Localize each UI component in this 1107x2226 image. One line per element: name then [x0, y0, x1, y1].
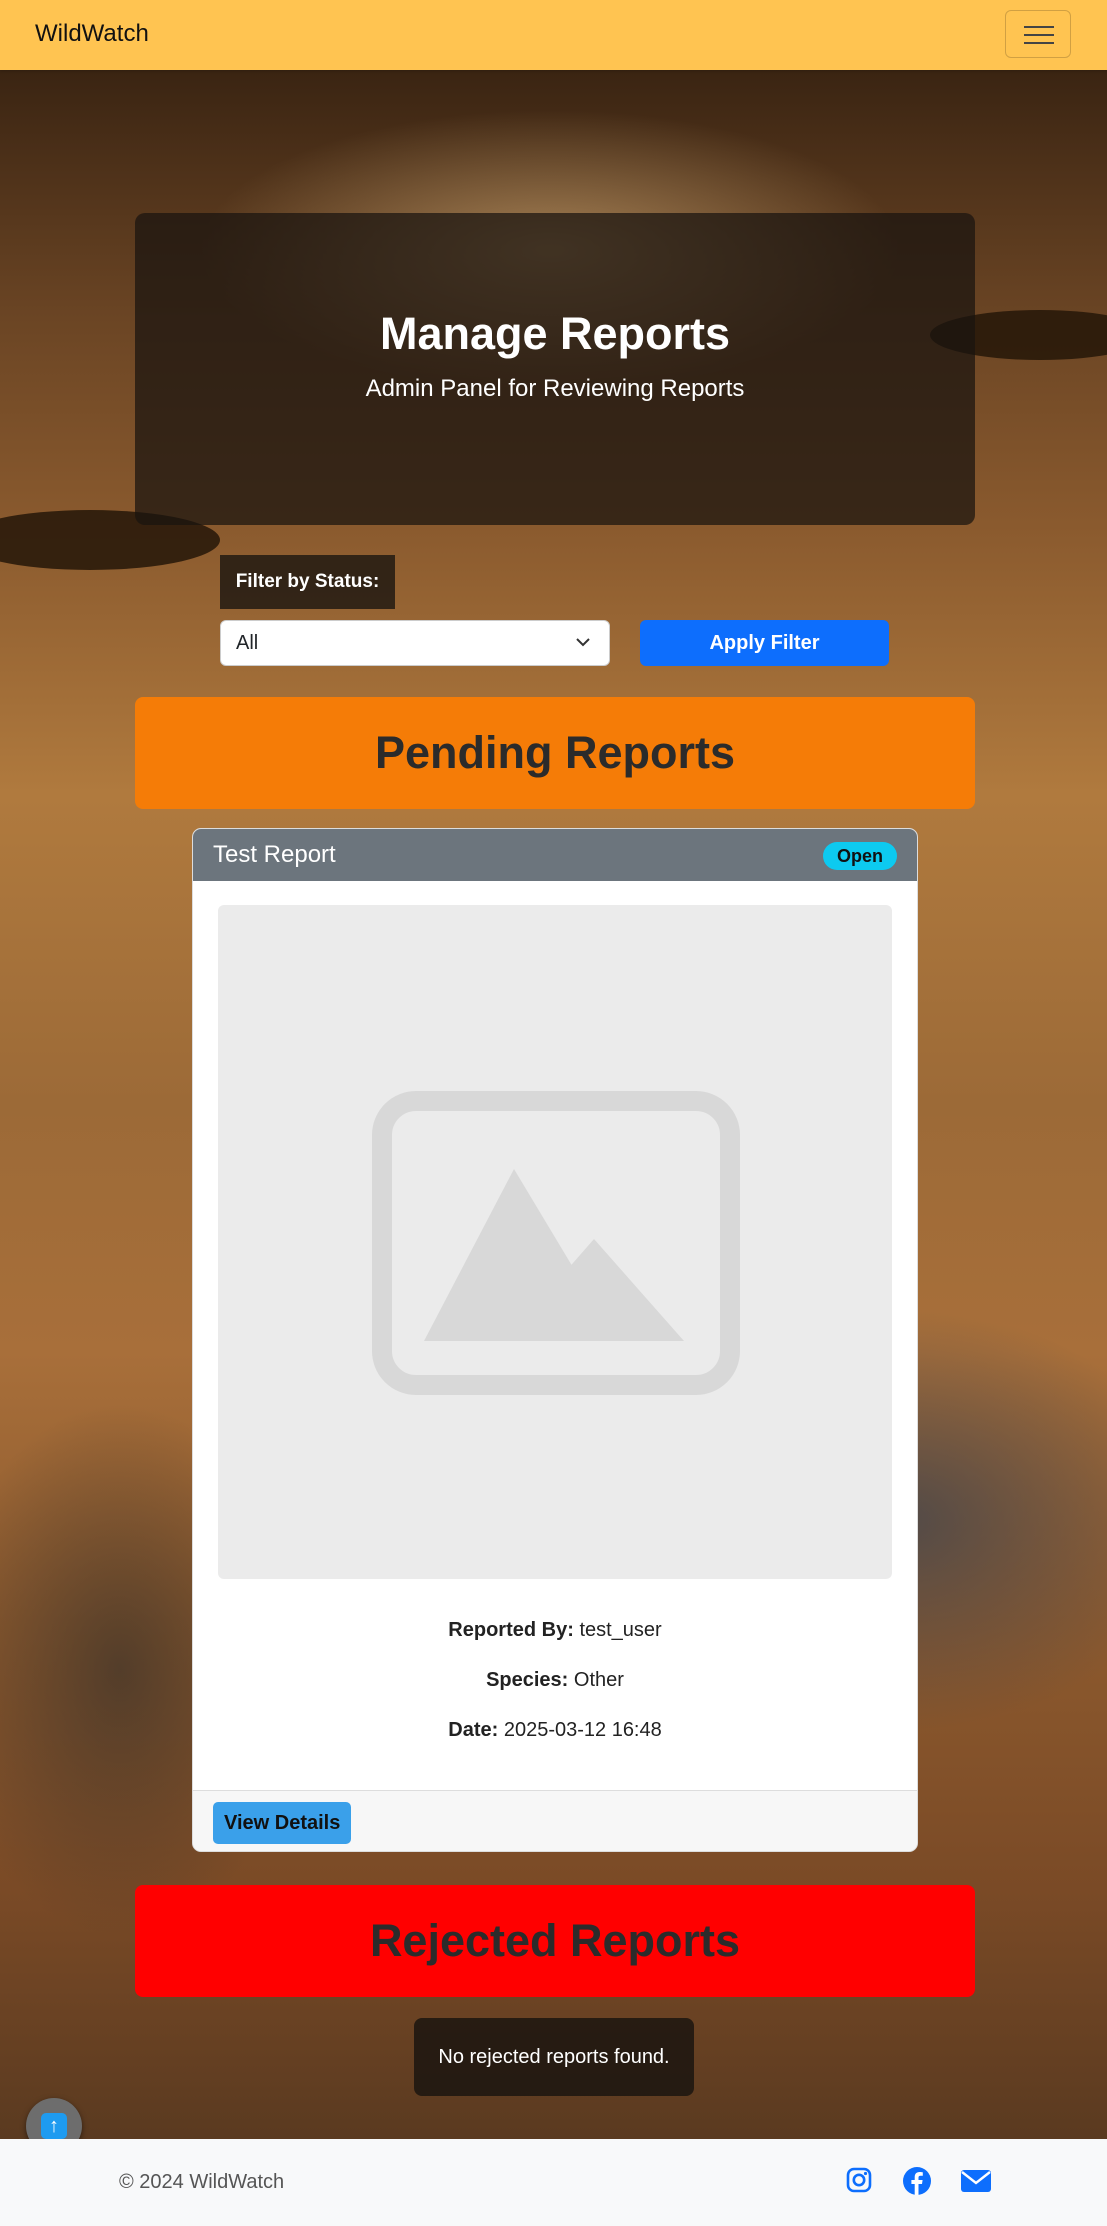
species-label: Species: — [486, 1669, 569, 1691]
report-card: Test Report Open Reported By: test_user … — [192, 828, 918, 1852]
reported-by-row: Reported By: test_user — [193, 1619, 917, 1642]
status-badge: Open — [822, 842, 897, 870]
no-rejected-reports-message: No rejected reports found. — [414, 2018, 694, 2096]
hero-panel: Manage Reports Admin Panel for Reviewing… — [135, 213, 975, 525]
brand-link[interactable]: WildWatch — [35, 20, 149, 48]
report-image — [218, 905, 892, 1579]
navbar: WildWatch — [0, 0, 1107, 70]
rejected-reports-heading: Rejected Reports — [135, 1885, 975, 1997]
reported-by-value: test_user — [579, 1619, 662, 1641]
reported-by-label: Reported By: — [448, 1619, 574, 1641]
apply-filter-button[interactable]: Apply Filter — [640, 620, 889, 666]
hamburger-menu-icon[interactable] — [1005, 10, 1071, 58]
footer: © 2024 WildWatch — [0, 2139, 1107, 2226]
species-row: Species: Other — [193, 1669, 917, 1692]
facebook-icon[interactable] — [902, 2166, 932, 2196]
date-label: Date: — [448, 1719, 499, 1741]
report-title: Test Report — [213, 841, 336, 868]
instagram-icon[interactable] — [845, 2166, 873, 2194]
image-placeholder-icon — [372, 1091, 740, 1395]
copyright-text: © 2024 WildWatch — [119, 2171, 285, 2193]
view-details-button[interactable]: View Details — [213, 1802, 352, 1844]
page-title: Manage Reports — [379, 308, 731, 359]
status-filter-value: All — [236, 632, 259, 654]
envelope-icon[interactable] — [960, 2169, 992, 2193]
page-subtitle: Admin Panel for Reviewing Reports — [365, 375, 745, 402]
report-card-footer: View Details — [193, 1790, 917, 1851]
report-card-header: Test Report Open — [193, 829, 917, 881]
chevron-down-icon — [575, 621, 591, 683]
date-value: 2025-03-12 16:48 — [503, 1719, 662, 1741]
date-row: Date: 2025-03-12 16:48 — [193, 1719, 917, 1742]
status-filter-select[interactable]: All — [220, 620, 610, 666]
filter-label: Filter by Status: — [220, 555, 395, 609]
species-value: Other — [573, 1669, 624, 1691]
pending-reports-heading: Pending Reports — [135, 697, 975, 809]
arrow-up-icon: ↑ — [41, 2113, 67, 2139]
